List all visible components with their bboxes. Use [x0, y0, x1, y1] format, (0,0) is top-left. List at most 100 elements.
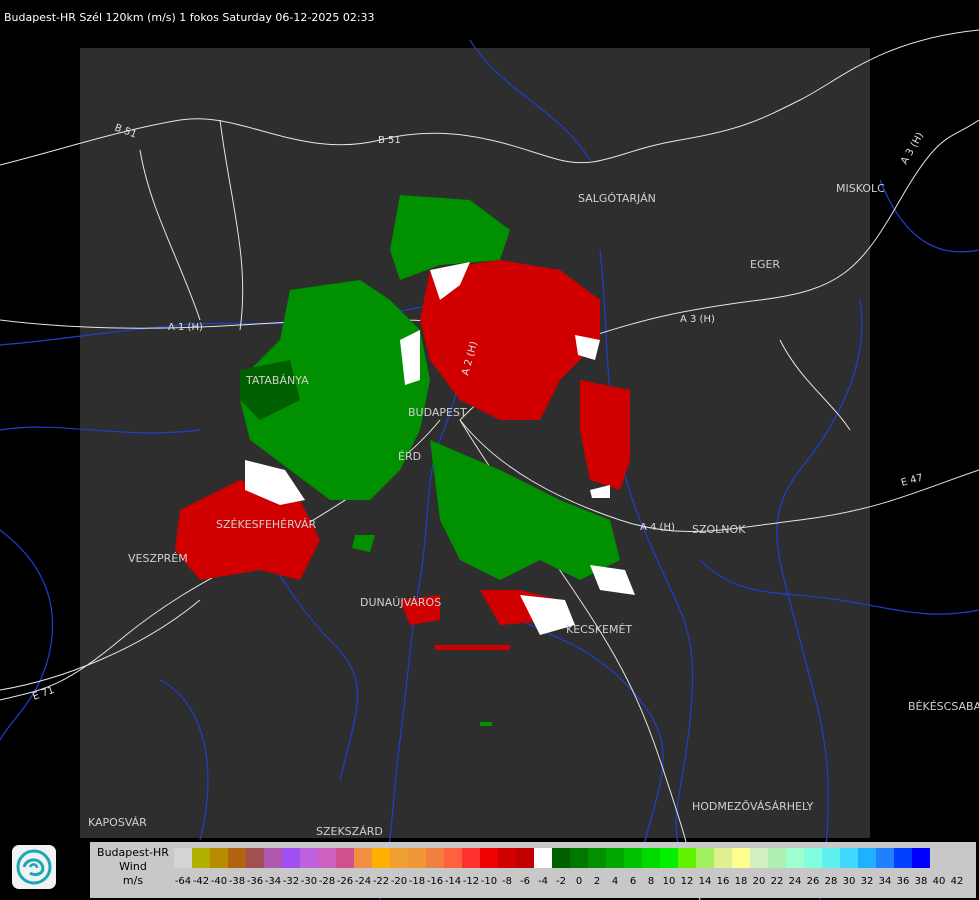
- legend-tick-label: 24: [788, 876, 802, 887]
- logo-icon: [12, 845, 56, 889]
- road-label: A 4 (H): [640, 522, 675, 533]
- legend-swatch: [570, 848, 588, 868]
- legend-swatch: [732, 848, 750, 868]
- legend-tick-label: -64: [174, 876, 192, 887]
- legend-tick-label: 38: [914, 876, 928, 887]
- legend-tick-label: -38: [228, 876, 246, 887]
- legend-swatch: [210, 848, 228, 868]
- legend-tick-label: 32: [860, 876, 874, 887]
- legend-swatch: [462, 848, 480, 868]
- road-label: B 51: [378, 135, 401, 146]
- city-label: BUDAPEST: [408, 406, 467, 419]
- city-label: SZÉKESFEHÉRVÁR: [216, 518, 317, 531]
- legend-swatch: [534, 848, 552, 868]
- legend-swatch: [696, 848, 714, 868]
- legend-swatch: [246, 848, 264, 868]
- legend-tick-label: -34: [264, 876, 282, 887]
- legend-swatch: [606, 848, 624, 868]
- road-label: A 3 (H): [899, 131, 926, 167]
- legend-tick-label: -6: [520, 876, 530, 887]
- legend-swatch: [822, 848, 840, 868]
- legend-swatch: [480, 848, 498, 868]
- legend-tick-label: -30: [300, 876, 318, 887]
- city-label: ÉRD: [398, 450, 421, 463]
- legend-swatch: [228, 848, 246, 868]
- legend-swatch: [426, 848, 444, 868]
- city-label: SZOLNOK: [692, 523, 746, 536]
- city-label: EGER: [750, 258, 780, 271]
- legend-swatch: [660, 848, 678, 868]
- legend-swatch: [552, 848, 570, 868]
- legend-swatch: [786, 848, 804, 868]
- legend-swatch: [894, 848, 912, 868]
- legend-tick-label: 0: [575, 876, 583, 887]
- legend-title-line: m/s: [122, 874, 144, 887]
- city-label: VESZPRÉM: [128, 552, 188, 565]
- road-label: A 3 (H): [680, 314, 715, 325]
- legend-swatch: [336, 848, 354, 868]
- city-label: TATABÁNYA: [245, 374, 309, 387]
- legend-swatch: [372, 848, 390, 868]
- radar-map[interactable]: SALGÓTARJÁN MISKOLC EGER TATABÁNYA BUDAP…: [0, 0, 979, 900]
- road-label: E 47: [900, 473, 924, 489]
- legend-tick-label: 40: [932, 876, 946, 887]
- legend-tick-label: -16: [426, 876, 444, 887]
- legend-tick-label: 30: [842, 876, 856, 887]
- legend-swatch: [678, 848, 696, 868]
- city-label: MISKOLC: [836, 182, 885, 195]
- legend-tick-label: -24: [354, 876, 372, 887]
- legend-tick-label: -14: [444, 876, 462, 887]
- legend-swatch: [444, 848, 462, 868]
- legend-swatch: [624, 848, 642, 868]
- legend-swatch: [498, 848, 516, 868]
- legend-tick-label: -26: [336, 876, 354, 887]
- legend-tick-label: 26: [806, 876, 820, 887]
- legend-ticks: -64 -42 -40 -38 -36 -34 -32 -30 -28 -26 -24 -22 -20-…: [174, 876, 966, 890]
- legend-swatch: [174, 848, 192, 868]
- legend-swatch: [804, 848, 822, 868]
- legend-swatch: [300, 848, 318, 868]
- legend-tick-label: 10: [662, 876, 676, 887]
- road-label: A 1 (H): [168, 322, 203, 333]
- legend-swatch: [318, 848, 336, 868]
- legend-swatch: [516, 848, 534, 868]
- legend-tick-label: 42: [950, 876, 964, 887]
- legend-swatches: [174, 848, 930, 868]
- legend-swatch: [912, 848, 930, 868]
- legend-swatch: [354, 848, 372, 868]
- legend-tick-label: -8: [502, 876, 512, 887]
- legend-title-line: Budapest-HR: [97, 846, 169, 859]
- legend-tick-label: -36: [246, 876, 264, 887]
- legend-swatch: [714, 848, 732, 868]
- legend-tick-label: -20: [390, 876, 408, 887]
- legend-swatch: [840, 848, 858, 868]
- legend-swatch: [390, 848, 408, 868]
- legend-title-line: Wind: [119, 860, 147, 873]
- legend-tick-label: -42: [192, 876, 210, 887]
- city-label: HODMEZŐVÁSÁRHELY: [692, 799, 814, 813]
- legend-tick-label: 22: [770, 876, 784, 887]
- legend-tick-label: 34: [878, 876, 892, 887]
- legend-tick-label: 18: [734, 876, 748, 887]
- legend-swatch: [588, 848, 606, 868]
- legend-tick-label: 28: [824, 876, 838, 887]
- legend-tick-label: 4: [611, 876, 619, 887]
- legend-tick-label: 8: [647, 876, 655, 887]
- legend-swatch: [282, 848, 300, 868]
- city-label: SZEKSZÁRD: [316, 825, 383, 838]
- road-label: E 71: [31, 685, 56, 703]
- legend-tick-label: 20: [752, 876, 766, 887]
- city-label: SALGÓTARJÁN: [578, 192, 656, 205]
- legend-swatch: [858, 848, 876, 868]
- city-label: KECSKEMÉT: [566, 623, 632, 636]
- legend-swatch: [876, 848, 894, 868]
- legend-tick-label: 14: [698, 876, 712, 887]
- legend-swatch: [192, 848, 210, 868]
- city-label: DUNAÚJVÁROS: [360, 596, 441, 609]
- legend-tick-label: -4: [538, 876, 548, 887]
- legend-tick-label: -28: [318, 876, 336, 887]
- legend-tick-label: 36: [896, 876, 910, 887]
- legend-tick-label: -10: [480, 876, 498, 887]
- legend-swatch: [750, 848, 768, 868]
- legend-swatch: [642, 848, 660, 868]
